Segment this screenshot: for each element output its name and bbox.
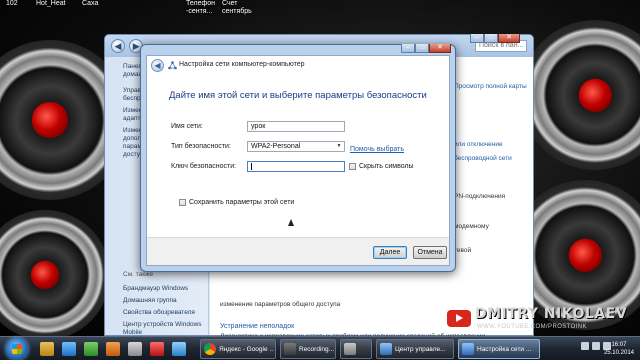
watermark-url: WWW.YOUTUBE.COM/PROSTOINK	[477, 324, 587, 330]
see-also-heading: См. также	[123, 271, 154, 278]
task-label: Яндекс - Google ...	[219, 346, 273, 353]
network-icon	[380, 343, 392, 355]
desktop-icon-label[interactable]: 102	[6, 0, 18, 8]
channel-watermark: DMITRY NIKOLAEV WWW.YOUTUBE.COM/PROSTOIN…	[447, 306, 640, 336]
windows-logo-icon	[12, 344, 22, 354]
sidebar-item-internet-options[interactable]: Свойства обозревателя	[123, 309, 195, 317]
clock[interactable]: 16:07 25.10.2014	[604, 341, 634, 357]
task-chrome[interactable]: Яндекс - Google ...	[200, 339, 276, 359]
vpn-text: PN-подключения	[454, 193, 506, 200]
dialog-window-controls: – □ ✕	[401, 44, 451, 53]
speaker-wallpaper-right	[520, 20, 640, 170]
hide-chars-label: Скрыть символы	[359, 163, 414, 170]
chrome-icon	[204, 343, 216, 355]
security-key-field[interactable]	[247, 161, 345, 172]
recorder-icon	[284, 343, 296, 355]
desktop-icon-label[interactable]: Саха	[82, 0, 98, 8]
security-type-select[interactable]: WPA2-Personal ▼	[247, 141, 345, 152]
security-type-value: WPA2-Personal	[251, 143, 301, 150]
tray-icon[interactable]	[581, 341, 589, 350]
app-icon[interactable]	[128, 342, 142, 356]
dialog-body: ◀ Настройка сети компьютер-компьютер Дай…	[146, 55, 450, 266]
sidebar-item-firewall[interactable]: Брандмауэр Windows	[123, 285, 188, 293]
maximize-icon[interactable]: □	[415, 44, 429, 53]
next-button[interactable]: Далее	[373, 246, 407, 259]
sharing-desc: изменение параметров общего доступа	[220, 301, 341, 308]
back-arrow-icon[interactable]: ◀	[111, 39, 125, 53]
watermark-name: DMITRY NIKOLAEV	[475, 306, 628, 322]
troubleshoot-link[interactable]: Устранение неполадок	[220, 323, 294, 331]
security-type-label: Тип безопасности:	[171, 143, 231, 150]
sidebar-item-mobile-center[interactable]: Центр устройств Windows Mobile	[123, 321, 205, 337]
dialog-header: ◀ Настройка сети компьютер-компьютер	[147, 56, 449, 75]
dialog-title: Настройка сети компьютер-компьютер	[179, 61, 305, 68]
network-name-field[interactable]: урок	[247, 121, 345, 132]
task-label: Recording...	[299, 346, 335, 353]
close-icon[interactable]: ✕	[498, 34, 520, 43]
network-tray-icon[interactable]	[592, 341, 600, 350]
network-icon	[462, 343, 474, 355]
connect-link[interactable]: или отключение	[454, 141, 503, 149]
text-caret	[251, 163, 252, 170]
back-arrow-icon[interactable]: ◀	[151, 59, 164, 72]
dialog-footer: Далее Отмена	[147, 237, 449, 265]
app-icon[interactable]	[150, 342, 164, 356]
task-adhoc-setup[interactable]: Настройка сети ...	[458, 339, 540, 359]
media-icon[interactable]	[84, 342, 98, 356]
dialup-text: модемному	[454, 223, 489, 230]
maximize-icon[interactable]: □	[484, 34, 498, 43]
save-settings-label: Сохранить параметры этой сети	[189, 199, 295, 206]
clock-date: 25.10.2014	[603, 350, 634, 356]
minimize-icon[interactable]: –	[470, 34, 484, 43]
hide-chars-checkbox[interactable]	[349, 163, 356, 170]
youtube-logo-icon	[447, 310, 471, 327]
task-network-center[interactable]: Центр управле...	[376, 339, 454, 359]
task-label: Настройка сети ...	[477, 346, 532, 353]
help-choose-link[interactable]: Помочь выбрать	[350, 146, 404, 153]
network-icon	[168, 61, 177, 70]
desktop-icon-label[interactable]: Hot_Heat	[36, 0, 66, 8]
sidebar-item-homegroup[interactable]: Домашняя группа	[123, 297, 177, 305]
ie-icon[interactable]	[62, 342, 76, 356]
mouse-cursor-icon	[288, 219, 294, 226]
app-icon[interactable]	[172, 342, 186, 356]
explorer-icon[interactable]	[40, 342, 54, 356]
task-recording[interactable]: Recording...	[280, 339, 336, 359]
desktop-icon-label[interactable]: Телефон -сентя...	[186, 0, 215, 16]
task-app[interactable]	[340, 339, 372, 359]
desktop-icon-label[interactable]: Счет сентябрь	[222, 0, 252, 16]
dialog-heading: Дайте имя этой сети и выберите параметры…	[169, 90, 427, 101]
security-key-label: Ключ безопасности:	[171, 163, 237, 170]
clock-time: 16:07	[611, 342, 627, 348]
taskbar: Яндекс - Google ... Recording... Центр у…	[0, 336, 640, 360]
network-text: тевой	[454, 247, 472, 254]
network-name-label: Имя сети:	[171, 123, 203, 130]
start-button[interactable]	[6, 338, 28, 360]
speaker-wallpaper-left-bottom	[0, 210, 110, 336]
wireless-link[interactable]: беспроводной сети	[454, 155, 512, 163]
minimize-icon[interactable]: –	[401, 44, 415, 53]
full-map-link[interactable]: Просмотр полной карты	[454, 83, 527, 91]
chevron-down-icon: ▼	[336, 143, 342, 149]
close-icon[interactable]: ✕	[429, 44, 451, 53]
app-icon	[344, 343, 356, 355]
cancel-button[interactable]: Отмена	[413, 246, 447, 259]
app-icon[interactable]	[106, 342, 120, 356]
explorer-window-controls: – □ ✕	[470, 34, 520, 43]
task-label: Центр управле...	[395, 346, 446, 353]
adhoc-network-dialog: – □ ✕ ◀ Настройка сети компьютер-компьютер…	[140, 44, 456, 272]
save-settings-checkbox[interactable]	[179, 199, 186, 206]
